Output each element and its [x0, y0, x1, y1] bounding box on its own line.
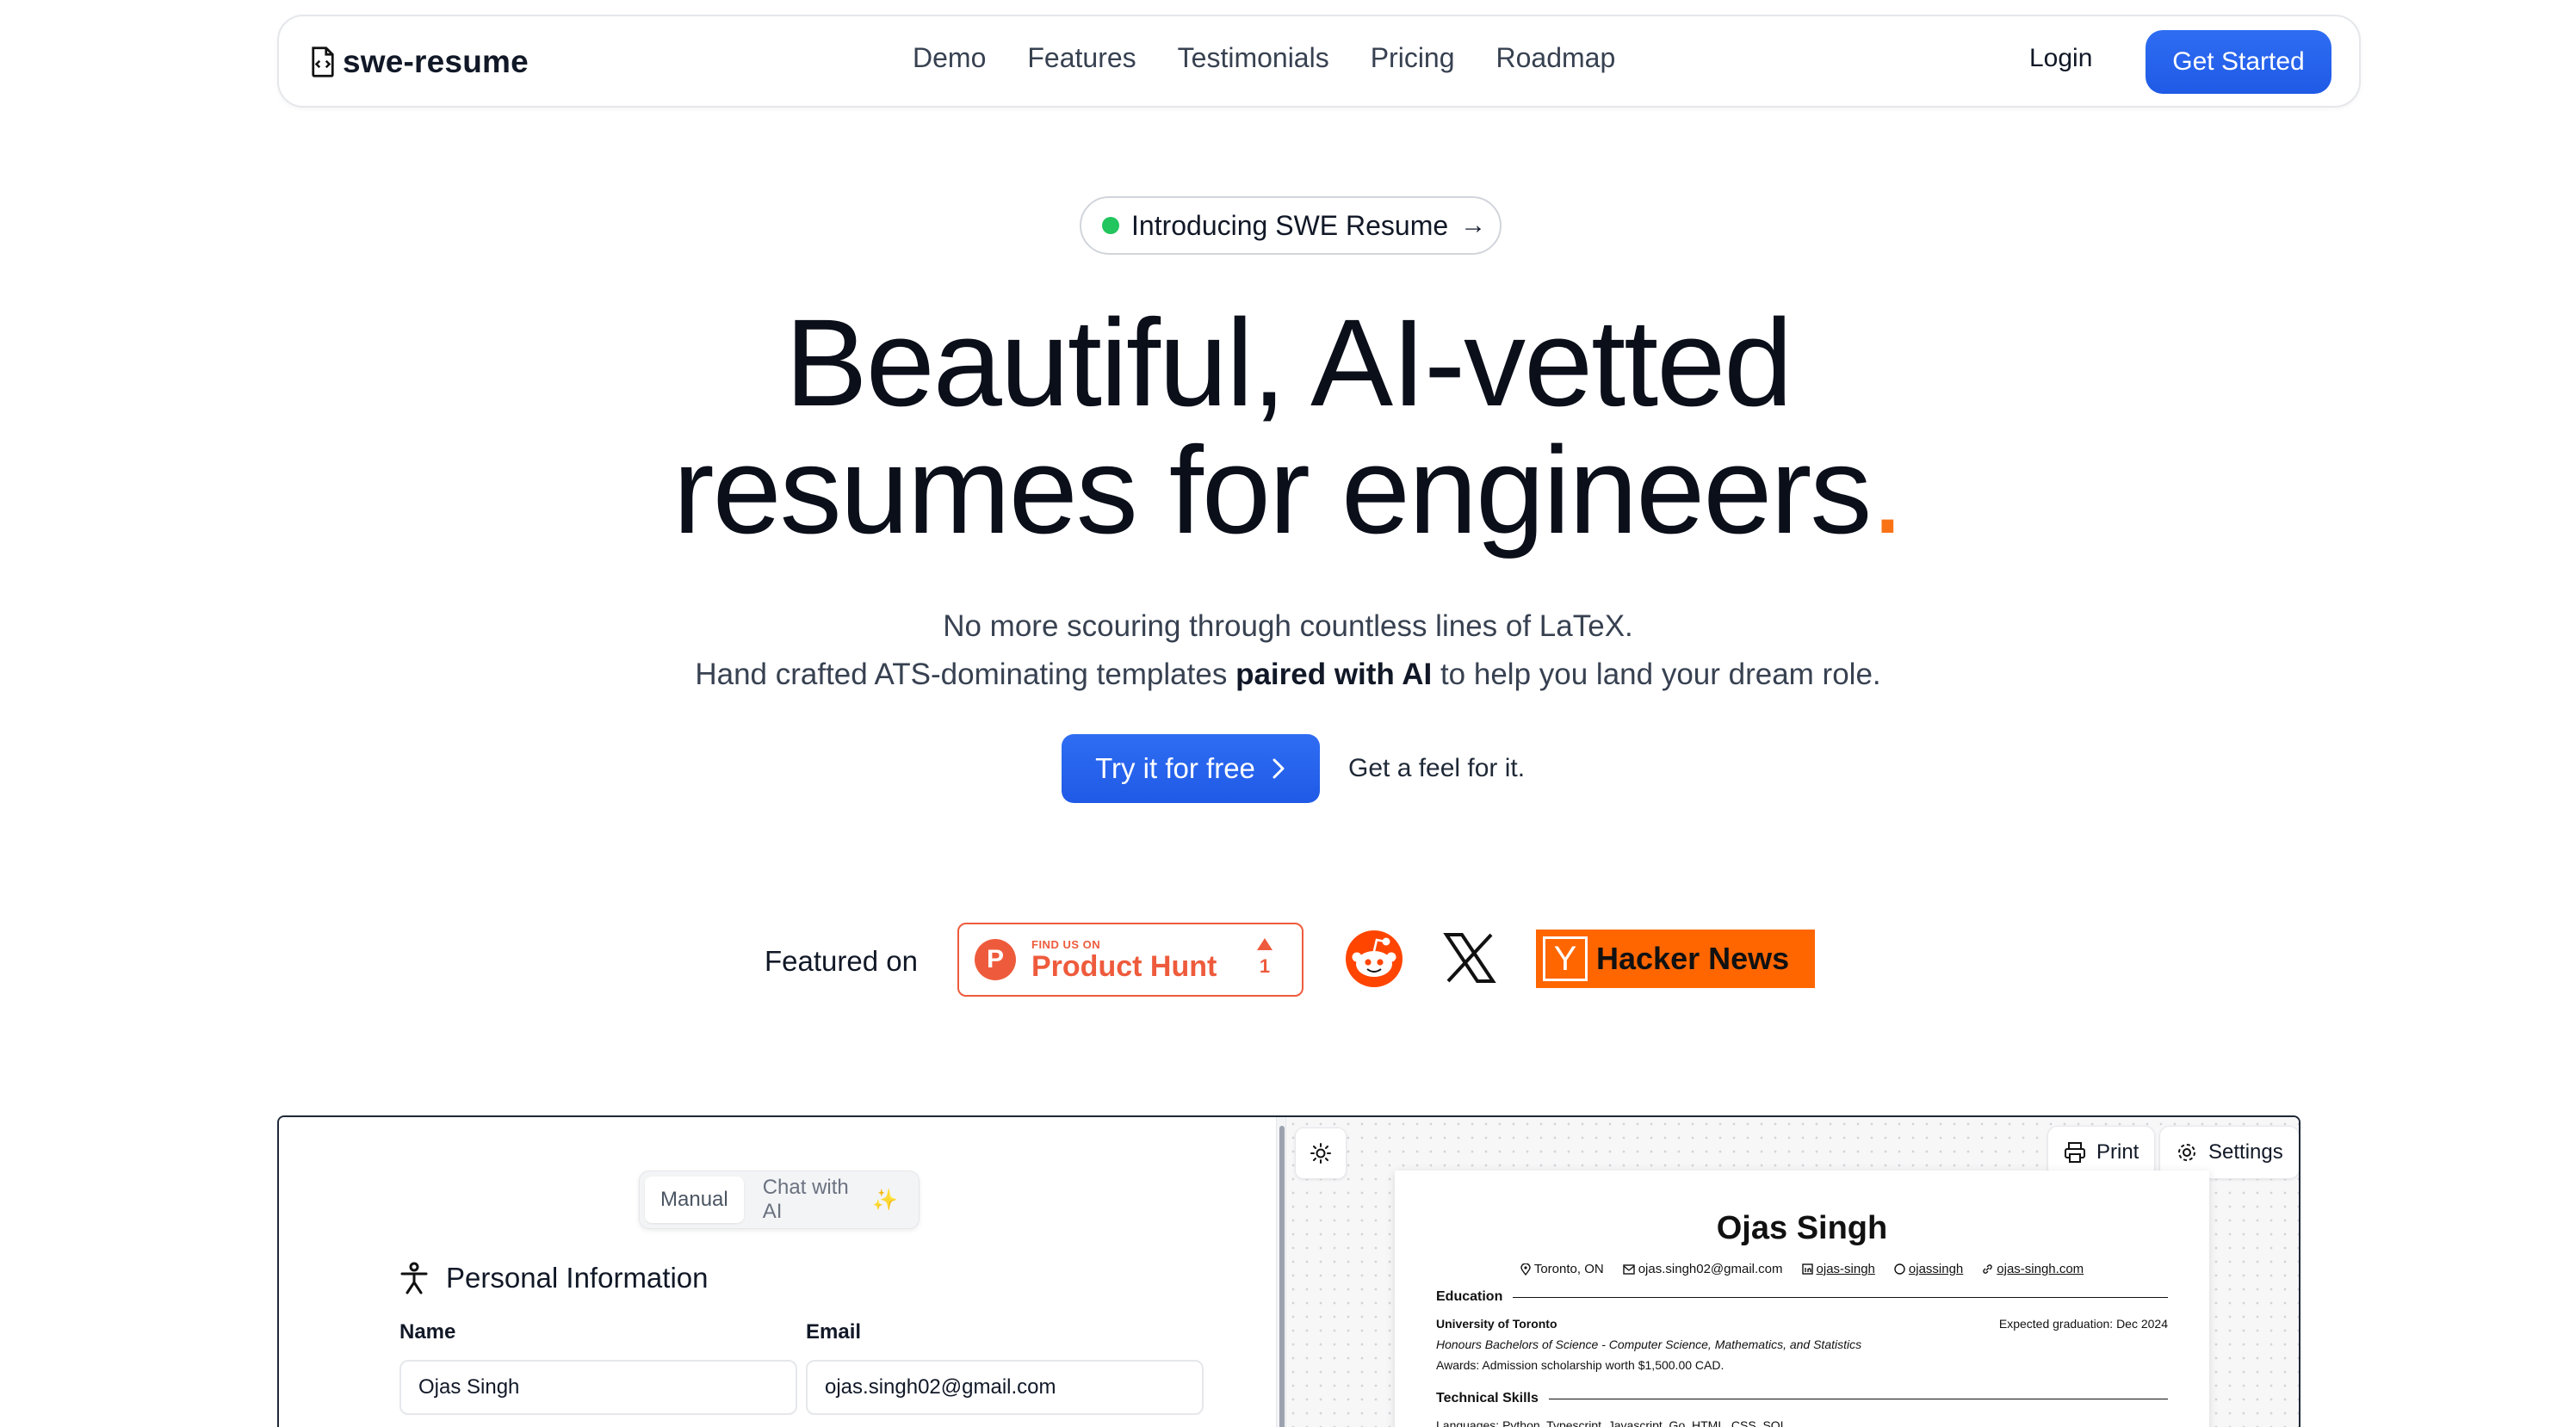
degree-text: Honours Bachelors of Science - Computer …	[1436, 1337, 1862, 1351]
headline-line-1: Beautiful, AI-vetted	[784, 293, 1793, 432]
product-hunt-small: FIND US ON	[1031, 937, 1101, 951]
hacker-news-badge[interactable]: Y Hacker News	[1536, 930, 1815, 988]
headline-dot: .	[1870, 421, 1904, 559]
graduation-date: Expected graduation: Dec 2024	[1998, 1317, 2168, 1331]
map-pin-icon	[1520, 1263, 1531, 1276]
section-title: Personal Information	[446, 1262, 709, 1294]
education-heading: Education	[1436, 1289, 1503, 1304]
upvote-triangle-icon	[1257, 938, 1273, 950]
product-hunt-name: Product Hunt	[1031, 949, 1217, 983]
contact-email[interactable]: ojas.singh02@gmail.com	[1623, 1262, 1783, 1276]
subtitle-line-2-bold: paired with AI	[1235, 658, 1433, 691]
print-label: Print	[2096, 1140, 2139, 1164]
contact-linkedin[interactable]: ojas-singh	[1801, 1262, 1875, 1276]
contact-website-text: ojas-singh.com	[1997, 1262, 2084, 1276]
section-heading: Personal Information	[399, 1262, 709, 1294]
hacker-news-y-icon: Y	[1543, 936, 1588, 981]
hero-subtitle: No more scouring through countless lines…	[0, 602, 2576, 699]
theme-toggle-button[interactable]	[1295, 1127, 1347, 1179]
printer-icon	[2065, 1142, 2085, 1163]
mail-icon	[1623, 1263, 1635, 1275]
resume-section-skills: Technical Skills	[1436, 1391, 2168, 1406]
settings-label: Settings	[2208, 1140, 2283, 1164]
link-icon	[1983, 1264, 1993, 1274]
nav-links: Demo Features Testimonials Pricing Roadm…	[913, 42, 1615, 74]
tab-chat-label: Chat with AI	[762, 1176, 849, 1223]
mode-toggle: Manual Chat with AI ✨	[639, 1171, 920, 1229]
product-hunt-text: FIND US ON Product Hunt	[1031, 938, 1217, 982]
nav-link-pricing[interactable]: Pricing	[1371, 42, 1455, 74]
get-started-button[interactable]: Get Started	[2146, 30, 2331, 94]
sparkle-icon: ✨	[872, 1188, 898, 1212]
contact-github[interactable]: ojassingh	[1894, 1262, 1963, 1276]
announcement-badge[interactable]: Introducing SWE Resume →	[1080, 196, 1502, 255]
badge-label: Introducing SWE Resume	[1131, 209, 1449, 241]
demo-link[interactable]: Get a feel for it.	[1348, 754, 1525, 783]
brand-logo[interactable]: swe-resume	[310, 44, 529, 80]
languages-text: Languages: Python, Typescript, Javascrip…	[1436, 1418, 1787, 1427]
section-rule	[1513, 1296, 2168, 1298]
featured-on-label: Featured on	[765, 945, 918, 977]
contact-linkedin-text: ojas-singh	[1816, 1262, 1875, 1276]
resume-name: Ojas Singh	[1716, 1210, 1888, 1246]
tab-manual[interactable]: Manual	[645, 1177, 744, 1223]
name-field[interactable]	[399, 1360, 797, 1415]
upvote-count: 1	[1259, 955, 1271, 977]
contact-website[interactable]: ojas-singh.com	[1982, 1262, 2084, 1276]
degree-row: Honours Bachelors of Science - Computer …	[1436, 1337, 2168, 1351]
tab-chat-with-ai[interactable]: Chat with AI ✨	[747, 1176, 913, 1223]
education-row: University of Toronto Expected graduatio…	[1436, 1317, 2168, 1331]
linkedin-icon	[1801, 1263, 1813, 1275]
contact-location-text: Toronto, ON	[1533, 1262, 1604, 1276]
school-name: University of Toronto	[1436, 1317, 1557, 1331]
nav-link-demo[interactable]: Demo	[913, 42, 986, 74]
languages-row: Languages: Python, Typescript, Javascrip…	[1436, 1418, 2168, 1427]
github-icon	[1894, 1263, 1905, 1275]
product-hunt-badge[interactable]: P FIND US ON Product Hunt 1	[957, 923, 1303, 997]
person-icon	[400, 1262, 428, 1294]
nav-link-roadmap[interactable]: Roadmap	[1496, 42, 1616, 74]
try-free-label: Try it for free	[1095, 752, 1255, 784]
status-dot-icon	[1102, 217, 1119, 234]
brand-name: swe-resume	[343, 44, 529, 79]
nav-link-testimonials[interactable]: Testimonials	[1178, 42, 1329, 74]
navbar: swe-resume Demo Features Testimonials Pr…	[277, 15, 2361, 108]
product-hunt-logo-icon: P	[975, 939, 1016, 980]
awards-row: Awards: Admission scholarship worth $1,5…	[1436, 1358, 2168, 1372]
arrow-right-icon: →	[1460, 211, 1487, 239]
skills-heading: Technical Skills	[1436, 1391, 1539, 1405]
hero-headline: Beautiful, AI-vetted resumes for enginee…	[0, 300, 2576, 554]
login-link[interactable]: Login	[2029, 44, 2092, 73]
resume-preview: Ojas Singh Toronto, ON ojas.singh02@gmai…	[1395, 1171, 2209, 1427]
subtitle-line-2-pre: Hand crafted ATS-dominating templates	[695, 658, 1236, 691]
email-field[interactable]	[806, 1360, 1204, 1415]
contact-location: Toronto, ON	[1520, 1262, 1604, 1276]
code-file-icon	[312, 46, 334, 77]
resume-section-education: Education	[1436, 1289, 2168, 1305]
resizer-handle[interactable]	[1279, 1126, 1285, 1427]
upvote-counter: 1	[1257, 938, 1273, 978]
nav-link-features[interactable]: Features	[1027, 42, 1136, 74]
pane-resizer[interactable]	[1276, 1117, 1286, 1427]
sun-icon	[1310, 1143, 1331, 1164]
x-logo-icon[interactable]	[1443, 931, 1496, 985]
email-label: Email	[806, 1320, 862, 1344]
hacker-news-label: Hacker News	[1596, 941, 1790, 976]
subtitle-line-1: No more scouring through countless lines…	[943, 609, 1633, 643]
gear-icon	[2178, 1144, 2195, 1161]
awards-text: Awards: Admission scholarship worth $1,5…	[1436, 1358, 1725, 1372]
editor-pane: Manual Chat with AI ✨ Personal Informati…	[279, 1117, 1276, 1427]
name-label: Name	[399, 1320, 456, 1344]
reddit-logo-icon[interactable]	[1345, 930, 1403, 988]
headline-line-2: resumes for engineers	[672, 421, 1873, 559]
resume-contacts: Toronto, ON ojas.singh02@gmail.com ojas-…	[1395, 1262, 2209, 1276]
contact-email-text: ojas.singh02@gmail.com	[1638, 1262, 1783, 1276]
subtitle-line-2-post: to help you land your dream role.	[1432, 658, 1881, 691]
try-free-button[interactable]: Try it for free	[1062, 734, 1320, 803]
contact-github-text: ojassingh	[1908, 1262, 1964, 1276]
chevron-right-icon	[1273, 758, 1285, 779]
